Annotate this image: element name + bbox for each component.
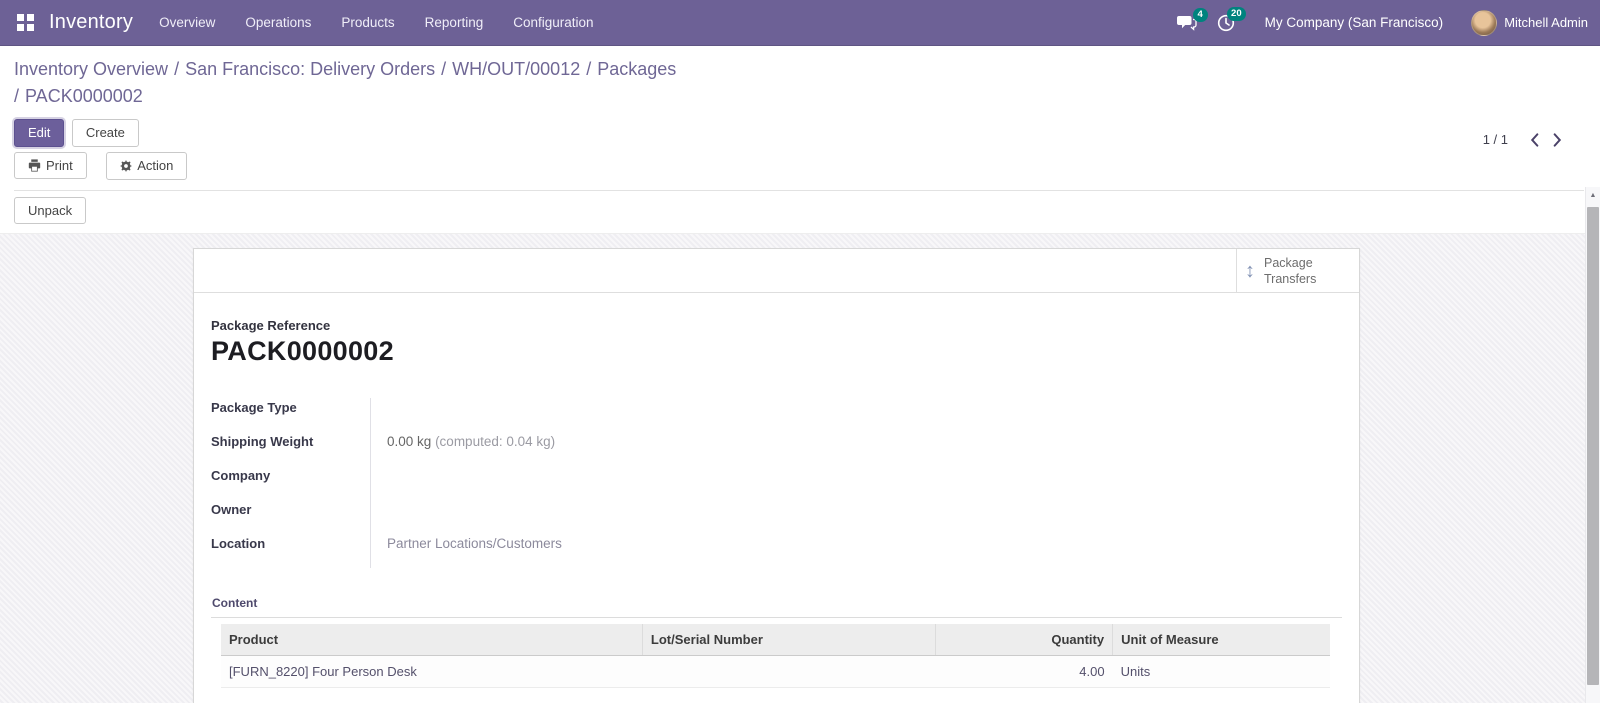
- form-sheet: ↕ Package Transfers Package Reference PA…: [193, 248, 1360, 703]
- gear-icon: [120, 159, 133, 172]
- breadcrumb-inventory-overview[interactable]: Inventory Overview: [14, 59, 168, 79]
- pager-value: 1 / 1: [1482, 132, 1508, 147]
- tab-content[interactable]: Content: [211, 596, 259, 617]
- breadcrumb-packages[interactable]: Packages: [597, 59, 676, 79]
- activities-count-badge: 20: [1227, 6, 1246, 21]
- print-button[interactable]: Print: [14, 151, 87, 180]
- shipping-weight-computed: (computed: 0.04 kg): [435, 434, 556, 450]
- menu-reporting[interactable]: Reporting: [423, 11, 486, 34]
- field-shipping-weight: Shipping Weight 0.00 kg (computed: 0.04 …: [211, 432, 851, 467]
- cell-product[interactable]: [FURN_8220] Four Person Desk: [221, 655, 643, 689]
- activities-button[interactable]: 20: [1217, 6, 1246, 32]
- notebook: Content Product Lot/Serial Number Quanti…: [211, 594, 1342, 689]
- package-type-value: [370, 398, 851, 433]
- vertical-scrollbar[interactable]: ▲: [1585, 187, 1600, 703]
- menu-configuration[interactable]: Configuration: [511, 11, 595, 34]
- company-value: [370, 466, 851, 501]
- create-button[interactable]: Create: [71, 119, 139, 147]
- package-transfers-button[interactable]: ↕ Package Transfers: [1236, 249, 1359, 293]
- field-label: Location: [211, 536, 266, 552]
- apps-menu-icon[interactable]: [14, 12, 36, 34]
- statusbar: Unpack: [0, 190, 1600, 234]
- stat-label-line1: Package: [1264, 255, 1313, 270]
- top-navbar: Inventory Overview Operations Products R…: [0, 0, 1600, 46]
- package-reference-label: Package Reference: [211, 318, 331, 334]
- field-package-type: Package Type: [211, 398, 851, 433]
- menu-products[interactable]: Products: [339, 11, 396, 34]
- stat-label-line2: Transfers: [1264, 271, 1317, 286]
- pager: 1 / 1: [1483, 132, 1562, 147]
- unpack-button[interactable]: Unpack: [14, 196, 87, 225]
- user-avatar[interactable]: [1471, 9, 1498, 36]
- app-name[interactable]: Inventory: [49, 11, 133, 34]
- menu-overview[interactable]: Overview: [157, 11, 217, 34]
- column-header-lot-serial[interactable]: Lot/Serial Number: [642, 624, 936, 657]
- field-owner: Owner: [211, 500, 851, 535]
- shipping-weight-number: 0.00 kg: [387, 434, 432, 450]
- breadcrumb: Inventory Overview / San Francisco: Delive…: [14, 56, 714, 110]
- breadcrumb-wh-out[interactable]: WH/OUT/00012: [452, 59, 580, 79]
- main-menus: Overview Operations Products Reporting C…: [157, 11, 595, 34]
- breadcrumb-separator: /: [586, 59, 592, 79]
- arrows-up-down-icon: ↕: [1245, 259, 1255, 282]
- button-box: ↕ Package Transfers: [194, 249, 1359, 294]
- messages-count-badge: 4: [1192, 7, 1208, 22]
- field-label: Shipping Weight: [211, 434, 314, 450]
- cell-quantity[interactable]: 4.00: [935, 655, 1113, 689]
- breadcrumb-delivery-orders[interactable]: San Francisco: Delivery Orders: [185, 59, 435, 79]
- owner-value: [370, 500, 851, 535]
- menu-operations[interactable]: Operations: [243, 11, 313, 34]
- pager-next-icon[interactable]: [1553, 132, 1562, 147]
- column-header-uom[interactable]: Unit of Measure: [1112, 624, 1330, 657]
- column-header-product[interactable]: Product: [221, 624, 643, 657]
- control-panel: Inventory Overview / San Francisco: Delive…: [0, 46, 1600, 191]
- user-menu[interactable]: Mitchell Admin: [1504, 15, 1588, 30]
- edit-button[interactable]: Edit: [14, 119, 65, 147]
- action-button[interactable]: Action: [106, 152, 188, 180]
- grid-icon: [16, 14, 34, 31]
- scroll-up-icon[interactable]: ▲: [1586, 187, 1600, 204]
- field-label: Package Type: [211, 400, 297, 416]
- breadcrumb-separator: /: [14, 86, 20, 106]
- printer-icon: [28, 159, 41, 172]
- page-title: PACK0000002: [211, 336, 394, 367]
- column-header-quantity[interactable]: Quantity: [935, 624, 1114, 657]
- location-value: Partner Locations/Customers: [370, 534, 851, 569]
- navbar-right: 4 20 My Company (San Francisco) Mitchell…: [1176, 6, 1588, 36]
- shipping-weight-value: 0.00 kg (computed: 0.04 kg): [370, 432, 851, 467]
- print-label: Print: [46, 157, 73, 173]
- scrollbar-thumb[interactable]: [1587, 207, 1599, 685]
- form-view-container: ↕ Package Transfers Package Reference PA…: [0, 233, 1600, 703]
- cell-lot-serial[interactable]: [642, 655, 936, 689]
- content-lines-table: Product Lot/Serial Number Quantity Unit …: [221, 624, 1330, 689]
- field-label: Company: [211, 468, 271, 484]
- breadcrumb-current: PACK0000002: [25, 86, 143, 106]
- cp-buttons: Edit Create Print Action: [14, 119, 1584, 180]
- breadcrumb-separator: /: [174, 59, 180, 79]
- table-row[interactable]: [FURN_8220] Four Person Desk 4.00 Units: [221, 655, 1330, 689]
- field-label: Owner: [211, 502, 252, 518]
- control-panel-divider: [14, 189, 1584, 191]
- field-location: Location Partner Locations/Customers: [211, 534, 851, 569]
- breadcrumb-separator: /: [441, 59, 447, 79]
- messages-button[interactable]: 4: [1176, 7, 1208, 31]
- field-group: Package Type Shipping Weight 0.00 kg (co…: [211, 398, 851, 569]
- company-switcher[interactable]: My Company (San Francisco): [1265, 15, 1444, 30]
- action-label: Action: [137, 158, 174, 174]
- cell-uom[interactable]: Units: [1112, 655, 1330, 689]
- field-company: Company: [211, 466, 851, 501]
- pager-previous-icon[interactable]: [1530, 132, 1539, 147]
